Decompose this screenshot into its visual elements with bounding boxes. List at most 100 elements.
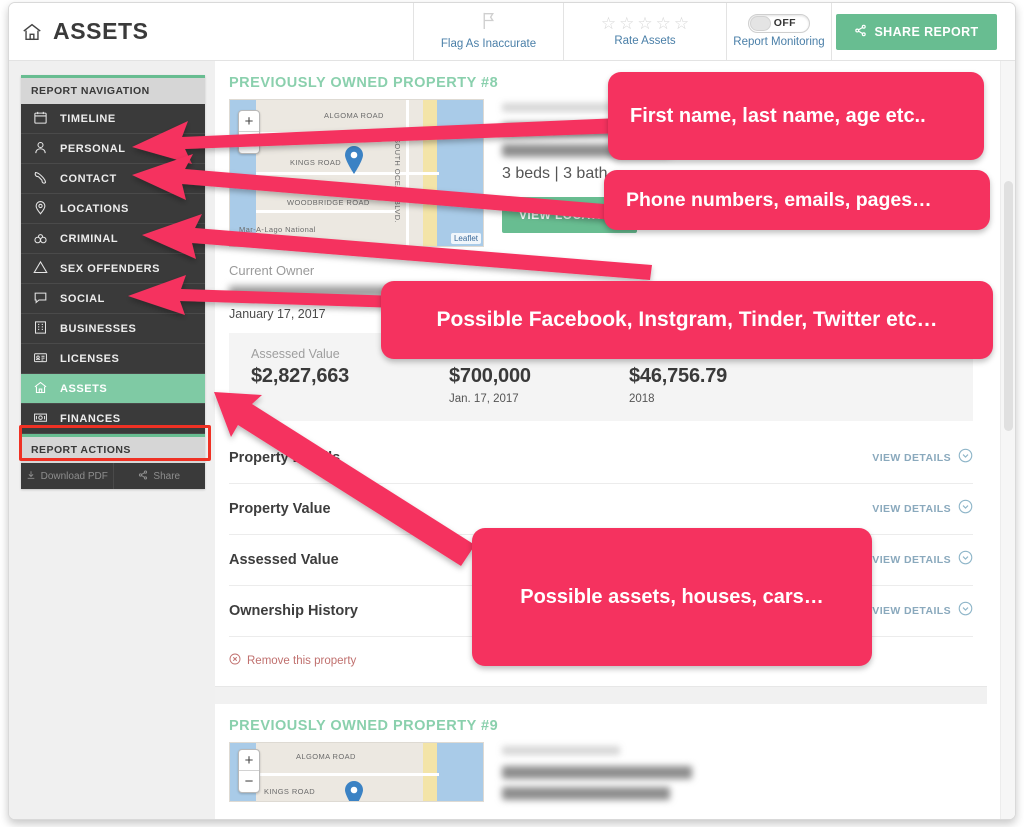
chevron-down-icon[interactable] xyxy=(958,601,973,621)
current-owner-label: Current Owner xyxy=(229,263,315,278)
star-icon[interactable]: ☆ xyxy=(656,15,671,32)
page-title: ASSETS xyxy=(9,3,414,60)
property8-redacted-address xyxy=(502,123,692,136)
view-details-button[interactable]: VIEW DETAILS xyxy=(872,550,973,570)
report-monitoring-label: Report Monitoring xyxy=(733,35,825,48)
view-details-label: VIEW DETAILS xyxy=(872,503,951,515)
sidebar-share-button[interactable]: Share xyxy=(112,463,206,489)
sidebar-item-personal[interactable]: PERSONAL xyxy=(21,134,205,164)
map-pin-icon[interactable] xyxy=(344,781,364,801)
view-details-button[interactable]: VIEW DETAILS xyxy=(872,448,973,468)
view-details-label: VIEW DETAILS xyxy=(872,452,951,464)
star-rating[interactable]: ☆ ☆ ☆ ☆ ☆ xyxy=(601,15,689,32)
map-zoom-in-button[interactable]: + xyxy=(239,750,259,771)
view-details-button[interactable]: VIEW DETAILS xyxy=(872,601,973,621)
property9-redacted-city xyxy=(502,787,670,800)
scrollbar-thumb[interactable] xyxy=(1004,181,1013,431)
sidebar-item-social[interactable]: SOCIAL xyxy=(21,284,205,314)
sidebar-item-finances[interactable]: FINANCES xyxy=(21,404,205,434)
share-report-cell: SHARE REPORT xyxy=(832,3,1015,60)
map-road xyxy=(256,210,396,213)
map-zoom-out-button[interactable]: − xyxy=(239,132,259,153)
table-row[interactable]: Property Details VIEW DETAILS xyxy=(229,433,973,484)
chevron-down-icon[interactable] xyxy=(958,499,973,519)
flag-label: Flag As Inaccurate xyxy=(440,38,537,50)
report-monitoring-toggle[interactable]: OFF xyxy=(748,13,810,33)
sidebar-item-contact[interactable]: CONTACT xyxy=(21,164,205,194)
stat-key: Tax Amount xyxy=(629,347,695,361)
top-toolbar: ASSETS Flag As Inaccurate ☆ ☆ ☆ ☆ ☆ Rate… xyxy=(9,3,1015,61)
money-icon xyxy=(33,410,48,428)
table-row[interactable]: Ownership History VIEW DETAILS xyxy=(229,586,973,637)
table-row[interactable]: Property Value VIEW DETAILS xyxy=(229,484,973,535)
star-icon[interactable]: ☆ xyxy=(601,15,616,32)
remove-property-label: Remove this property xyxy=(247,654,357,667)
property8-section-title: PREVIOUSLY OWNED PROPERTY #8 xyxy=(229,75,499,91)
report-navigation-card: REPORT NAVIGATION TIMELINE PERSONAL CONT… xyxy=(21,75,205,489)
property9-info xyxy=(502,742,692,808)
sidebar-item-label: ASSETS xyxy=(60,382,108,395)
warning-icon xyxy=(33,260,48,278)
star-icon[interactable]: ☆ xyxy=(619,15,634,32)
map-water-right xyxy=(437,743,483,801)
sidebar-item-label: CONTACT xyxy=(60,172,117,185)
chevron-down-icon[interactable] xyxy=(958,550,973,570)
sidebar-item-label: LOCATIONS xyxy=(60,202,129,215)
leaflet-attribution[interactable]: Leaflet xyxy=(450,233,481,244)
map-label: WOODBRIDGE ROAD xyxy=(287,198,370,207)
house-icon xyxy=(33,380,48,398)
remove-circle-icon xyxy=(229,653,241,668)
rate-assets-label: Rate Assets xyxy=(614,34,676,47)
property8-info: 3 beds | 3 bath VIEW LOCATION xyxy=(502,99,692,247)
view-location-button[interactable]: VIEW LOCATION xyxy=(502,197,637,233)
property9-section-title: PREVIOUSLY OWNED PROPERTY #9 xyxy=(229,718,499,734)
flag-as-inaccurate-button[interactable]: Flag As Inaccurate xyxy=(414,3,564,60)
detail-row-label: Property Value xyxy=(229,501,331,517)
report-actions-heading: REPORT ACTIONS xyxy=(21,434,205,463)
property8-map[interactable]: ALGOMA ROAD KINGS ROAD WOODBRIDGE ROAD S… xyxy=(229,99,484,247)
sidebar-item-licenses[interactable]: LICENSES xyxy=(21,344,205,374)
map-zoom-controls[interactable]: + − xyxy=(238,110,260,154)
star-icon[interactable]: ☆ xyxy=(674,15,689,32)
map-zoom-in-button[interactable]: + xyxy=(239,111,259,132)
view-details-label: VIEW DETAILS xyxy=(872,554,951,566)
sidebar-item-businesses[interactable]: BUSINESSES xyxy=(21,314,205,344)
chevron-down-icon[interactable] xyxy=(958,448,973,468)
map-label: ALGOMA ROAD xyxy=(296,752,356,761)
toggle-knob xyxy=(750,15,771,31)
screenshot-root: ASSETS Flag As Inaccurate ☆ ☆ ☆ ☆ ☆ Rate… xyxy=(0,0,1024,827)
property8-summary: ALGOMA ROAD KINGS ROAD WOODBRIDGE ROAD S… xyxy=(215,99,987,247)
map-zoom-out-button[interactable]: − xyxy=(239,771,259,792)
share-report-button[interactable]: SHARE REPORT xyxy=(836,13,997,50)
property8-owner-block: Current Owner January 17, 2017 xyxy=(215,247,987,333)
sidebar-item-locations[interactable]: LOCATIONS xyxy=(21,194,205,224)
property8-redacted-city xyxy=(502,144,670,157)
view-details-button[interactable]: VIEW DETAILS xyxy=(872,499,973,519)
stat-key: Sale Amount xyxy=(449,347,520,361)
rate-assets-control[interactable]: ☆ ☆ ☆ ☆ ☆ Rate Assets xyxy=(564,3,727,60)
stat-sub: Jan. 17, 2017 xyxy=(449,393,519,405)
download-pdf-button[interactable]: Download PDF xyxy=(21,463,113,489)
stat-value: $700,000 xyxy=(449,365,531,387)
sidebar-item-criminal[interactable]: CRIMINAL xyxy=(21,224,205,254)
stat-tax-amount: Tax Amount $46,756.79 2018 xyxy=(607,347,727,405)
share-icon xyxy=(854,24,867,40)
toggle-state-label: OFF xyxy=(773,17,796,29)
app-body: REPORT NAVIGATION TIMELINE PERSONAL CONT… xyxy=(9,61,1015,819)
map-zoom-controls[interactable]: + − xyxy=(238,749,260,793)
map-road xyxy=(256,132,439,135)
download-pdf-label: Download PDF xyxy=(40,470,108,482)
remove-property-button[interactable]: Remove this property xyxy=(215,637,987,668)
home-icon xyxy=(21,21,43,43)
report-monitoring-control[interactable]: OFF Report Monitoring xyxy=(727,3,832,60)
sidebar-item-timeline[interactable]: TIMELINE xyxy=(21,104,205,134)
sidebar-item-assets[interactable]: ASSETS xyxy=(21,374,205,404)
vertical-scrollbar[interactable] xyxy=(1000,61,1015,819)
table-row[interactable]: Assessed Value VIEW DETAILS xyxy=(229,535,973,586)
sidebar-item-sex-offenders[interactable]: SEX OFFENDERS xyxy=(21,254,205,284)
property8-detail-rows: Property Details VIEW DETAILS Property V… xyxy=(215,433,987,637)
property9-map[interactable]: ALGOMA ROAD KINGS ROAD + − xyxy=(229,742,484,802)
star-icon[interactable]: ☆ xyxy=(637,15,652,32)
map-pin-icon[interactable] xyxy=(344,146,364,174)
building-icon xyxy=(33,320,48,338)
